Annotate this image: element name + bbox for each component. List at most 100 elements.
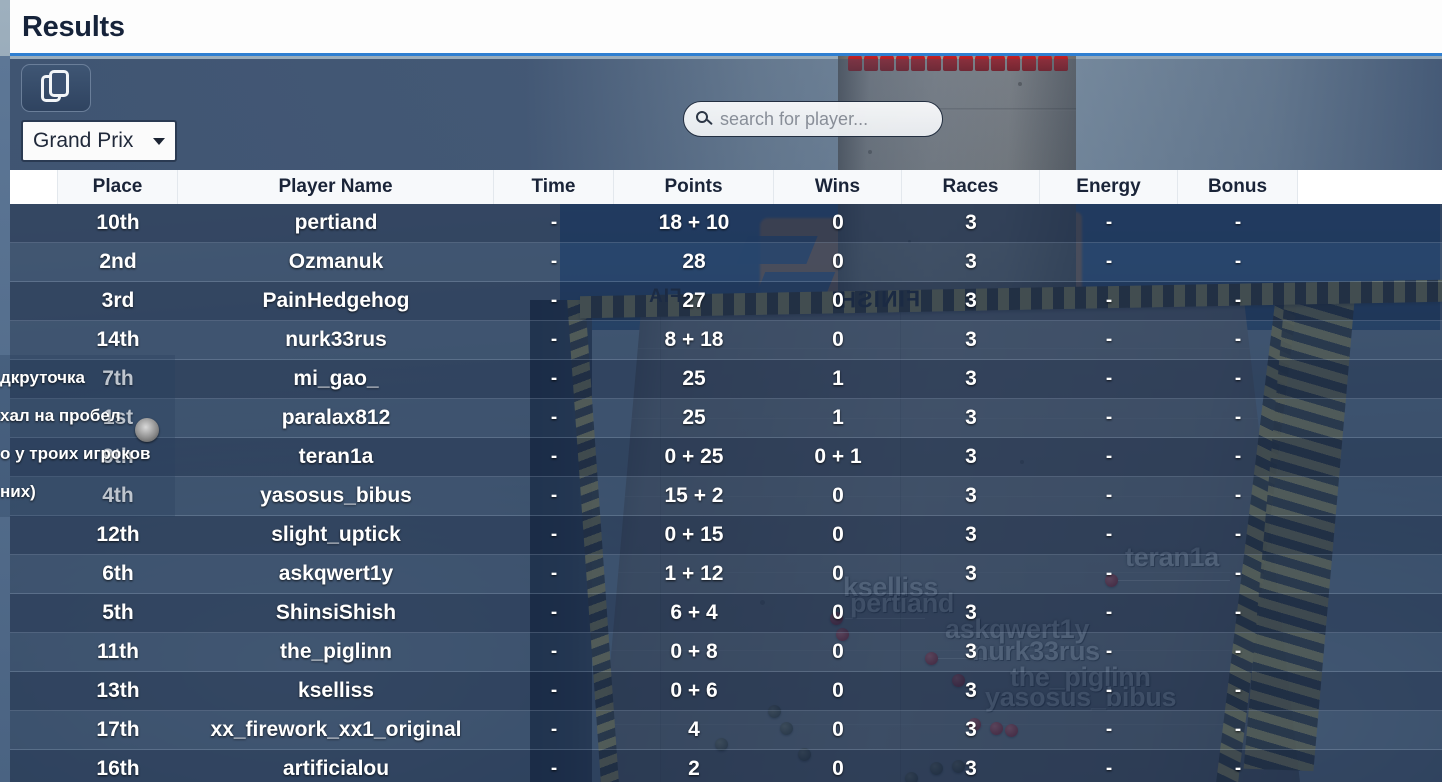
cell-wins: 0 + 1 bbox=[814, 445, 862, 468]
table-row[interactable]: 12th slight_uptick - 0 + 15 0 3 - - bbox=[10, 516, 1442, 555]
row-spacer bbox=[10, 204, 58, 242]
cell-place: 12th bbox=[96, 523, 140, 546]
cell-races: 3 bbox=[965, 523, 977, 546]
column-header-bonus[interactable]: Bonus bbox=[1178, 170, 1298, 204]
cell-trailing bbox=[1298, 672, 1442, 710]
cell-wins: 0 bbox=[832, 601, 844, 624]
cell-trailing bbox=[1298, 438, 1442, 476]
cell-trailing bbox=[1298, 399, 1442, 437]
cell-player-name: nurk33rus bbox=[285, 328, 387, 351]
cell-trailing bbox=[1298, 282, 1442, 320]
column-header-time[interactable]: Time bbox=[494, 170, 614, 204]
column-header-spacer bbox=[10, 170, 58, 204]
cell-energy: - bbox=[1105, 719, 1113, 740]
table-body: 10th pertiand - 18 + 10 0 3 - - 2nd Ozmanuk - 28 0 3 -… bbox=[10, 204, 1442, 782]
cell-trailing bbox=[1298, 516, 1442, 554]
chat-line: них) bbox=[0, 482, 36, 501]
cell-bonus: - bbox=[1234, 251, 1242, 272]
cell-player-name: Ozmanuk bbox=[288, 250, 384, 273]
cell-races: 3 bbox=[965, 718, 977, 741]
cell-time: - bbox=[550, 524, 558, 545]
row-spacer bbox=[10, 750, 58, 782]
cell-place: 14th bbox=[96, 328, 140, 351]
cell-wins: 0 bbox=[832, 562, 844, 585]
cell-player-name: the_piglinn bbox=[280, 640, 392, 663]
cell-points: 15 + 2 bbox=[664, 484, 724, 507]
cell-place: 3rd bbox=[101, 289, 135, 312]
table-row[interactable]: 6th askqwert1y - 1 + 12 0 3 - - bbox=[10, 555, 1442, 594]
mode-select[interactable]: Grand Prix bbox=[21, 120, 177, 162]
cell-wins: 1 bbox=[832, 367, 844, 390]
cell-wins: 0 bbox=[832, 757, 844, 780]
column-header-energy[interactable]: Energy bbox=[1040, 170, 1178, 204]
cell-points: 25 bbox=[682, 406, 706, 429]
cell-races: 3 bbox=[965, 601, 977, 624]
table-header-row: Place Player Name Time Points Wins Races… bbox=[10, 170, 1442, 204]
table-row[interactable]: 5th ShinsiShish - 6 + 4 0 3 - - bbox=[10, 594, 1442, 633]
cell-wins: 0 bbox=[832, 523, 844, 546]
cell-points: 27 bbox=[682, 289, 706, 312]
column-header-wins[interactable]: Wins bbox=[774, 170, 902, 204]
cell-races: 3 bbox=[965, 289, 977, 312]
cell-races: 3 bbox=[965, 250, 977, 273]
cell-wins: 1 bbox=[832, 406, 844, 429]
cell-place: 10th bbox=[96, 211, 140, 234]
cell-trailing bbox=[1298, 204, 1442, 242]
table-row[interactable]: 7th mi_gao_ -25 1 3- - bbox=[10, 360, 1442, 399]
cell-time: - bbox=[550, 212, 558, 233]
cell-trailing bbox=[1298, 711, 1442, 749]
cell-wins: 0 bbox=[832, 718, 844, 741]
cell-points: 4 bbox=[688, 718, 700, 741]
cell-time: - bbox=[550, 368, 558, 389]
search-input[interactable]: search for player... bbox=[683, 101, 943, 137]
table-row[interactable]: 13th kselliss - 0 + 6 0 3 - - bbox=[10, 672, 1442, 711]
column-header-player-name[interactable]: Player Name bbox=[178, 170, 494, 204]
column-header-place[interactable]: Place bbox=[58, 170, 178, 204]
cell-time: - bbox=[550, 290, 558, 311]
cell-races: 3 bbox=[965, 406, 977, 429]
cell-energy: - bbox=[1105, 680, 1113, 701]
table-row[interactable]: 9th teran1a -0 + 25 0 + 13-- bbox=[10, 438, 1442, 477]
cell-bonus: - bbox=[1234, 719, 1242, 740]
table-row[interactable]: 3rd PainHedgehog - 27 0 3 - - bbox=[10, 282, 1442, 321]
cell-trailing bbox=[1298, 633, 1442, 671]
table-row[interactable]: 17th xx_firework_xx1_original - 4 0 3 - - bbox=[10, 711, 1442, 750]
row-spacer bbox=[10, 321, 58, 359]
cell-time: - bbox=[550, 758, 558, 779]
cell-trailing bbox=[1298, 594, 1442, 632]
table-row[interactable]: 16th artificialou - 2 0 3 - - bbox=[10, 750, 1442, 782]
table-row[interactable]: 2nd Ozmanuk - 28 0 3 - - bbox=[10, 243, 1442, 282]
cell-races: 3 bbox=[965, 562, 977, 585]
cell-energy: - bbox=[1105, 446, 1113, 467]
row-spacer bbox=[10, 282, 58, 320]
row-spacer bbox=[10, 633, 58, 671]
cell-bonus: - bbox=[1234, 563, 1242, 584]
cell-trailing bbox=[1298, 243, 1442, 281]
cell-time: - bbox=[550, 719, 558, 740]
table-row[interactable]: 4th yasosus_bibus -15 + 203-- bbox=[10, 477, 1442, 516]
column-header-points[interactable]: Points bbox=[614, 170, 774, 204]
page-title: Results bbox=[22, 11, 125, 43]
column-header-races[interactable]: Races bbox=[902, 170, 1040, 204]
cell-races: 3 bbox=[965, 367, 977, 390]
cell-points: 0 + 8 bbox=[670, 640, 718, 663]
chevron-down-icon bbox=[153, 137, 165, 145]
cell-trailing bbox=[1298, 321, 1442, 359]
table-row[interactable]: 11th the_piglinn - 0 + 8 0 3 - - bbox=[10, 633, 1442, 672]
cell-place: 16th bbox=[96, 757, 140, 780]
duplicate-button[interactable] bbox=[21, 64, 91, 112]
table-row[interactable]: 1st paralax812-25 1 3- - bbox=[10, 399, 1442, 438]
search-icon bbox=[696, 110, 713, 128]
chat-avatar bbox=[135, 418, 159, 442]
cell-place: 6th bbox=[102, 562, 134, 585]
table-row[interactable]: 14th nurk33rus - 8 + 18 0 3 - - bbox=[10, 321, 1442, 360]
cell-races: 3 bbox=[965, 679, 977, 702]
cell-energy: - bbox=[1105, 329, 1113, 350]
cell-energy: - bbox=[1105, 290, 1113, 311]
table-row[interactable]: 10th pertiand - 18 + 10 0 3 - - bbox=[10, 204, 1442, 243]
cell-races: 3 bbox=[965, 211, 977, 234]
cell-bonus: - bbox=[1234, 641, 1242, 662]
cell-points: 28 bbox=[682, 250, 706, 273]
duplicate-icon bbox=[41, 70, 71, 106]
cell-points: 8 + 18 bbox=[664, 328, 724, 351]
